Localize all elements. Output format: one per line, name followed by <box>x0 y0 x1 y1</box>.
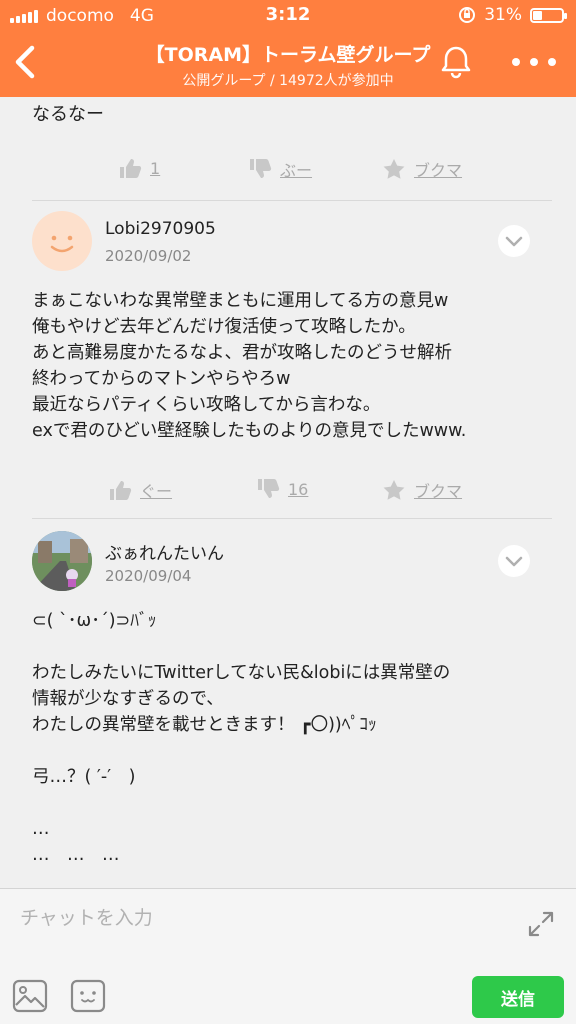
post-menu-button[interactable] <box>498 545 530 577</box>
post-line: 弓…？( ′-′ ) <box>32 767 136 787</box>
post-line: … … … <box>32 845 120 865</box>
photo-avatar-icon <box>32 531 92 591</box>
dislike-label: ぶー <box>280 161 313 180</box>
thumbs-down-icon <box>250 159 272 178</box>
dislike-count: 16 <box>288 479 309 499</box>
bell-icon[interactable] <box>438 44 474 80</box>
thumbs-up-icon <box>110 481 132 500</box>
like-label: ぐー <box>140 482 173 501</box>
header-title-block[interactable]: 【TORAM】トーラム壁グループ 公開グループ / 14972人が参加中 <box>100 40 476 90</box>
image-attach-icon[interactable] <box>12 979 48 1013</box>
previous-post-actions: 1 ぶー ブクマ <box>0 149 576 189</box>
post-line: まぁこないわな異常壁まともに運用してる方の意見w <box>32 291 449 311</box>
post-body: まぁこないわな異常壁まともに運用してる方の意見w 俺もやけど去年どんだけ復活使っ… <box>32 288 552 444</box>
post-line: … <box>32 819 50 839</box>
avatar[interactable] <box>32 531 92 591</box>
top-bar: docomo 4G 3:12 31% 【TORAM】トーラム壁グループ 公開グル… <box>0 0 576 97</box>
post-body: ⊂( ˋ･ω･ˊ)⊃ﾊﾞｯ わたしみたいにTwitterしてない民&lobiには… <box>32 608 552 868</box>
status-bar: docomo 4G 3:12 31% <box>0 0 576 30</box>
bookmark-label: ブクマ <box>414 482 463 501</box>
back-icon[interactable] <box>10 44 40 80</box>
avatar[interactable] <box>32 211 92 271</box>
star-icon <box>383 480 405 500</box>
like-button[interactable]: 1 <box>118 157 160 179</box>
post-line: わたしの異常壁を載せときます！ ┏〇))ﾍﾟｺｯ <box>32 715 377 735</box>
post-line <box>32 634 552 660</box>
username[interactable]: ぶぁれんたいん <box>105 539 224 564</box>
chevron-down-icon <box>505 236 523 247</box>
chat-input[interactable] <box>20 903 500 933</box>
post-date: 2020/09/04 <box>105 567 192 585</box>
chat-feed[interactable]: なるなー 1 ぶー ブクマ Lobi2970905 2020/09/02 まぁこ… <box>0 97 576 888</box>
post-line: 最近ならパティくらい攻略してから言わな。 <box>32 395 381 415</box>
post-line: あと高難易度かたるなよ、君が攻略したのどうせ解析 <box>32 343 452 363</box>
post-header: ぶぁれんたいん 2020/09/04 <box>0 527 576 597</box>
like-button[interactable]: ぐー <box>108 478 172 502</box>
battery-percent: 31% <box>484 5 522 25</box>
post-actions: ぐー 16 ブクマ <box>0 470 576 510</box>
expand-icon[interactable] <box>526 909 556 939</box>
previous-post-tail: なるなー <box>32 104 104 125</box>
divider <box>32 200 552 201</box>
group-subtitle: 公開グループ / 14972人が参加中 <box>182 73 394 89</box>
thumbs-down-icon <box>258 479 280 498</box>
star-icon <box>383 159 405 179</box>
post-line: 俺もやけど去年どんだけ復活使って攻略したか。 <box>32 317 416 337</box>
chevron-down-icon <box>505 556 523 567</box>
post-date: 2020/09/02 <box>105 247 192 265</box>
post-line: 情報が少なすぎるので、 <box>32 689 224 709</box>
like-count: 1 <box>150 158 161 178</box>
post-line: わたしみたいにTwitterしてない民&lobiには異常壁の <box>32 663 451 683</box>
more-options-icon[interactable] <box>512 52 556 72</box>
post-line: ⊂( ˋ･ω･ˊ)⊃ﾊﾞｯ <box>32 611 157 631</box>
divider <box>32 518 552 519</box>
battery-icon <box>530 7 567 23</box>
bookmark-button[interactable]: ブクマ <box>382 157 462 181</box>
username[interactable]: Lobi2970905 <box>105 219 216 239</box>
dislike-button[interactable]: 16 <box>256 478 308 500</box>
post-line: 終わってからのマトンやらやろw <box>32 369 291 389</box>
dislike-button[interactable]: ぶー <box>248 157 312 181</box>
thumbs-up-icon <box>120 159 142 178</box>
post-menu-button[interactable] <box>498 225 530 257</box>
orientation-lock-icon <box>459 7 476 23</box>
post-header: Lobi2970905 2020/09/02 <box>0 207 576 277</box>
post-line <box>32 738 552 764</box>
chat-input-bar: 送信 <box>0 888 576 1024</box>
post-line: exで君のひどい壁経験したものよりの意見でしたwww. <box>32 421 467 441</box>
stamp-icon[interactable] <box>70 979 106 1013</box>
send-button[interactable]: 送信 <box>472 976 564 1018</box>
group-title: 【TORAM】トーラム壁グループ <box>145 44 431 66</box>
bookmark-button[interactable]: ブクマ <box>382 478 462 502</box>
post-line <box>32 790 552 816</box>
bookmark-label: ブクマ <box>414 161 463 180</box>
smiley-avatar-icon <box>50 235 74 253</box>
